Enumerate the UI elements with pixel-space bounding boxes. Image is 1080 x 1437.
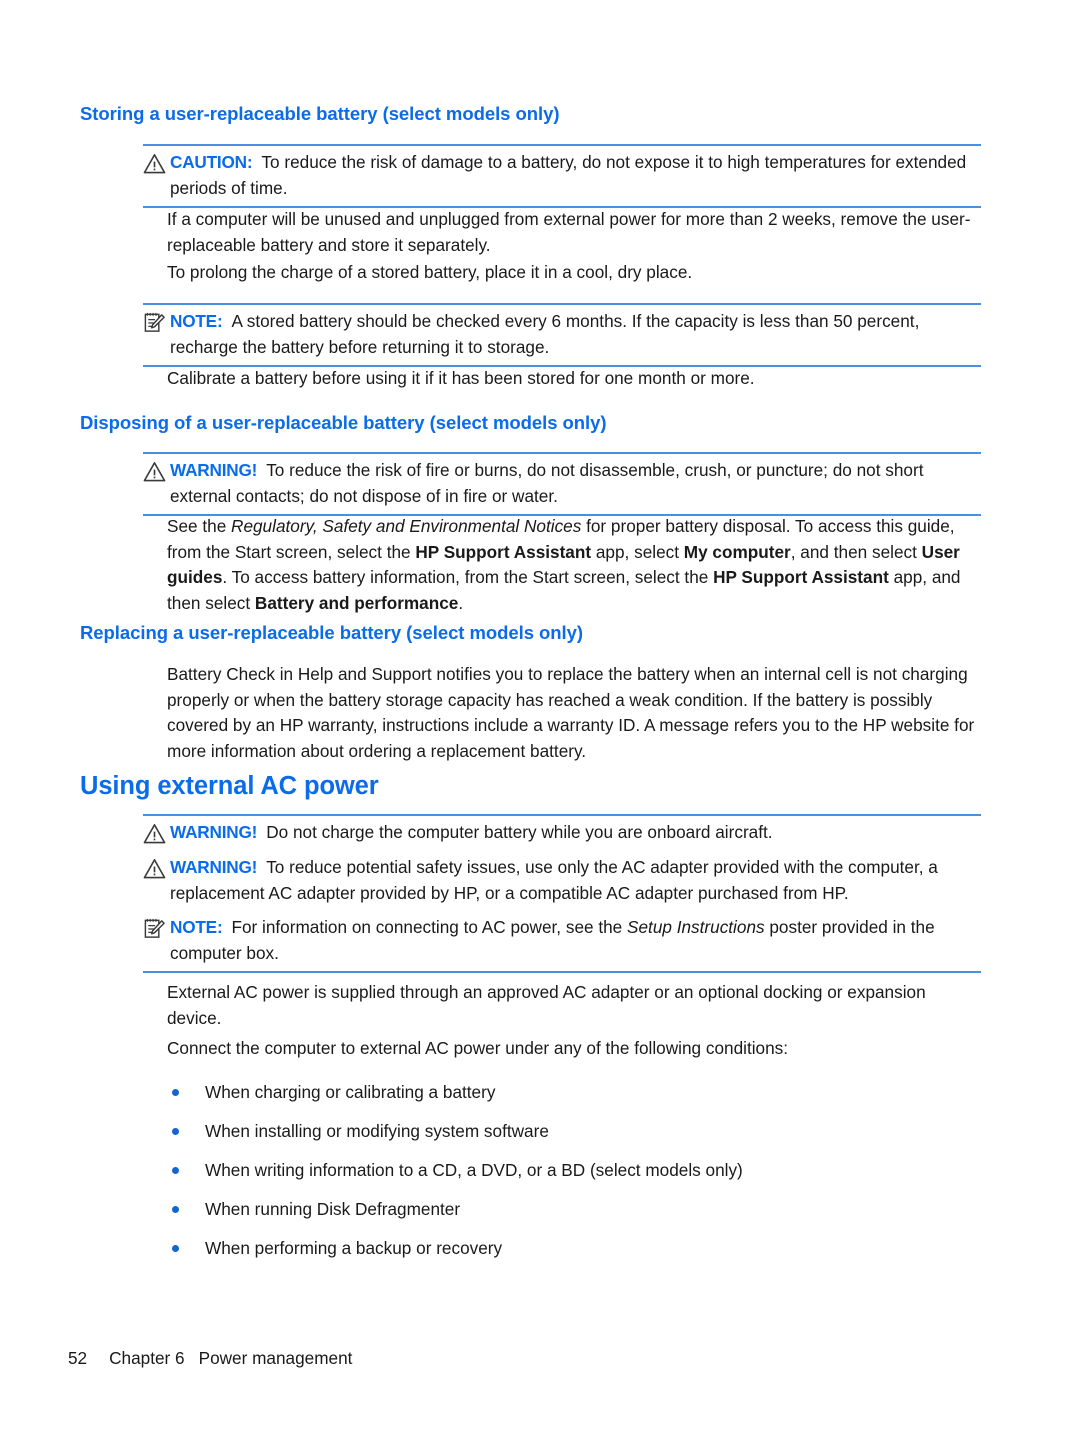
regulatory-italic-title: Regulatory, Safety and Environmental Not… bbox=[231, 516, 582, 536]
caution-triangle-icon bbox=[143, 152, 166, 175]
note-text: A stored battery should be checked every… bbox=[170, 311, 920, 357]
note-pad-icon bbox=[143, 311, 166, 334]
warning-text: To reduce the risk of fire or burns, do … bbox=[170, 460, 924, 506]
warning-triangle-icon bbox=[143, 460, 166, 483]
bullet-dot-icon bbox=[172, 1167, 179, 1174]
regulatory-seg-1: See the bbox=[167, 516, 232, 536]
footer-chapter-title: Power management bbox=[198, 1348, 353, 1368]
list-item: When performing a backup or recovery bbox=[167, 1236, 981, 1262]
paragraph-connect-conditions: Connect the computer to external AC powe… bbox=[167, 1038, 789, 1058]
paragraph-battery-check: Battery Check in Help and Support notifi… bbox=[167, 664, 975, 761]
list-item: When installing or modifying system soft… bbox=[167, 1119, 981, 1145]
document-page: Storing a user-replaceable battery (sele… bbox=[0, 0, 1080, 1437]
regulatory-bold-hp-support-assistant-1: HP Support Assistant bbox=[415, 541, 592, 562]
bullet-dot-icon bbox=[172, 1206, 179, 1213]
regulatory-bold-my-computer: My computer bbox=[683, 541, 791, 562]
warning-label: WARNING! bbox=[170, 460, 258, 480]
heading-replacing-battery: Replacing a user-replaceable battery (se… bbox=[80, 622, 584, 643]
regulatory-bold-battery-and-performance: Battery and performance bbox=[254, 592, 459, 613]
paragraph-prolong-charge: To prolong the charge of a stored batter… bbox=[167, 262, 693, 282]
callout-note-setup: NOTE: For information on connecting to AC… bbox=[143, 915, 981, 966]
caution-text: To reduce the risk of damage to a batter… bbox=[170, 152, 967, 198]
list-item-label: When installing or modifying system soft… bbox=[205, 1121, 549, 1141]
warning-triangle-icon bbox=[143, 822, 166, 845]
callout-warning-disposing: WARNING! To reduce the risk of fire or bu… bbox=[143, 458, 981, 509]
paragraph-regulatory: See the Regulatory, Safety and Environme… bbox=[167, 514, 981, 616]
list-item: When running Disk Defragmenter bbox=[167, 1197, 981, 1223]
heading-using-external-ac-power: Using external AC power bbox=[80, 772, 379, 800]
list-item-label: When performing a backup or recovery bbox=[205, 1238, 503, 1258]
note-pad-icon bbox=[143, 917, 166, 940]
paragraph-external-ac-supplied: External AC power is supplied through an… bbox=[167, 982, 926, 1028]
callout-group-ac-power: WARNING! Do not charge the computer batte… bbox=[143, 814, 981, 973]
note-label: NOTE: bbox=[170, 917, 223, 937]
heading-disposing-battery: Disposing of a user-replaceable battery … bbox=[80, 412, 607, 433]
note-text-italic-setup-instructions: Setup Instructions bbox=[627, 917, 765, 937]
warning-label: WARNING! bbox=[170, 822, 258, 842]
page-footer: 52 Chapter 6 Power management bbox=[68, 1348, 352, 1369]
callout-group-note-storing: NOTE: A stored battery should be checked … bbox=[143, 303, 981, 367]
callout-group-caution-storing: CAUTION: To reduce the risk of damage to … bbox=[143, 144, 981, 208]
footer-page-number: 52 bbox=[68, 1348, 88, 1368]
heading-storing-battery: Storing a user-replaceable battery (sele… bbox=[80, 103, 560, 124]
regulatory-seg-7: . bbox=[458, 592, 464, 613]
regulatory-bold-hp-support-assistant-2: HP Support Assistant bbox=[713, 567, 889, 587]
paragraph-unused-unplugged: If a computer will be unused and unplugg… bbox=[167, 209, 971, 255]
list-item-label: When charging or calibrating a battery bbox=[205, 1082, 496, 1102]
note-label: NOTE: bbox=[170, 311, 223, 331]
callout-group-warning-disposing: WARNING! To reduce the risk of fire or bu… bbox=[143, 452, 981, 516]
callout-warning-aircraft: WARNING! Do not charge the computer batte… bbox=[143, 820, 981, 846]
footer-chapter: Chapter 6 bbox=[109, 1348, 185, 1368]
regulatory-seg-4: , and then select bbox=[790, 541, 922, 562]
caution-label: CAUTION: bbox=[170, 152, 253, 172]
warning-label: WARNING! bbox=[170, 857, 258, 877]
warning-triangle-icon bbox=[143, 857, 166, 880]
bullet-dot-icon bbox=[172, 1245, 179, 1252]
list-item: When charging or calibrating a battery bbox=[167, 1080, 981, 1106]
warning-text: Do not charge the computer battery while… bbox=[266, 822, 773, 842]
list-item-label: When running Disk Defragmenter bbox=[205, 1199, 461, 1219]
list-item-label: When writing information to a CD, a DVD,… bbox=[205, 1160, 743, 1180]
regulatory-seg-5: . To access battery information, from th… bbox=[222, 567, 714, 587]
regulatory-seg-3: app, select bbox=[591, 541, 684, 562]
note-text-before: For information on connecting to AC powe… bbox=[231, 917, 628, 937]
conditions-list: When charging or calibrating a battery W… bbox=[167, 1080, 981, 1275]
list-item: When writing information to a CD, a DVD,… bbox=[167, 1158, 981, 1184]
callout-note: NOTE: A stored battery should be checked … bbox=[143, 309, 981, 360]
bullet-dot-icon bbox=[172, 1089, 179, 1096]
paragraph-calibrate: Calibrate a battery before using it if i… bbox=[167, 368, 755, 388]
warning-text: To reduce potential safety issues, use o… bbox=[170, 857, 938, 903]
bullet-dot-icon bbox=[172, 1128, 179, 1135]
callout-caution: CAUTION: To reduce the risk of damage to … bbox=[143, 150, 981, 201]
callout-warning-adapter: WARNING! To reduce potential safety issue… bbox=[143, 855, 981, 906]
